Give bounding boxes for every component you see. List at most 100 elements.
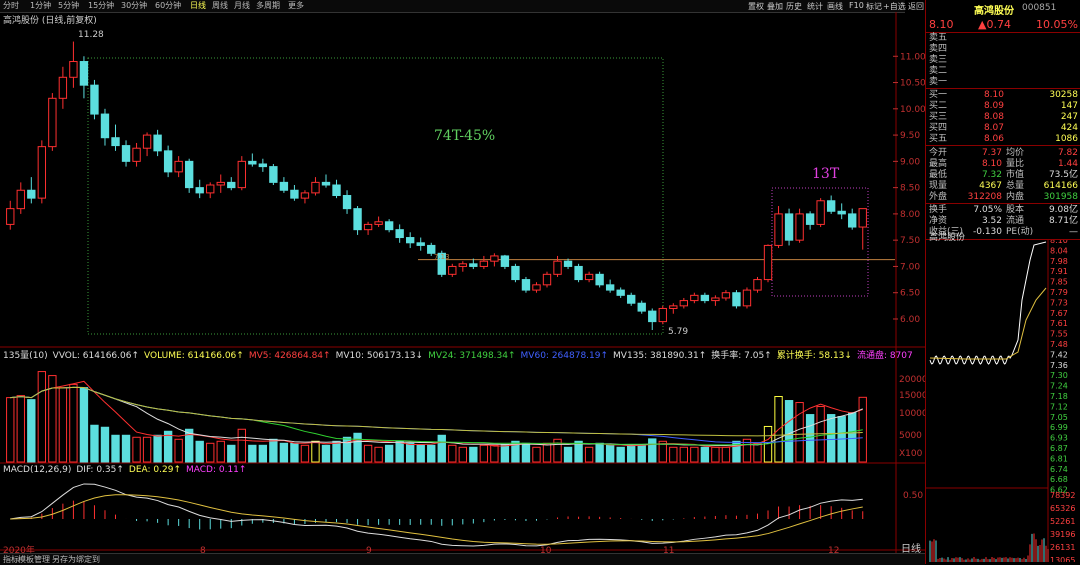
history-button[interactable]: 历史 [786,1,802,12]
candle-body [838,211,845,214]
sell-level-3[interactable]: 卖三 [926,55,1080,66]
weight-button[interactable]: 置权 [748,1,764,12]
mini-price-tick: 7.18 [1050,392,1068,401]
volume-bar [596,443,603,462]
tab-minute[interactable]: 分时 [3,1,19,11]
volume-bar [470,447,477,462]
add-watchlist-button[interactable]: +自选 [883,1,906,12]
y-tick-label: 6.00 [900,315,920,325]
volume-bar [364,445,371,462]
candle-body [585,274,592,279]
x-axis-label: 2020年 [3,544,35,553]
volume-bar [712,447,719,462]
stat-row: 今开 7.37 均价 7.82 [926,148,1080,159]
overlay-button[interactable]: 叠加 [767,1,783,12]
tab-weekly[interactable]: 周线 [212,1,228,11]
volume-bar [28,400,35,462]
x-axis-label: 9 [366,546,372,553]
volume-bar [385,445,392,462]
volume-bar [7,398,14,462]
buy-level-4[interactable]: 买四 8.07 424 [926,123,1080,134]
stock-code: 000851 [1022,3,1056,13]
mini-price-tick: 6.93 [1050,434,1068,443]
volume-bar [133,437,140,462]
level-volume: 247 [1018,112,1078,123]
stat-label: 今开 [929,148,947,159]
candle-body [638,303,645,311]
mini-price-tick: 7.05 [1050,413,1068,422]
volume-bar [628,445,635,462]
price-row: 8.10 ▲0.74 10.05% [926,16,1080,33]
tab-monthly[interactable]: 月线 [234,1,250,11]
stat-label: 量比 [1006,159,1024,170]
back-button[interactable]: 返回 [908,1,924,12]
volume-bar [859,397,866,462]
macd-label[interactable]: MACD(12,26,9) [3,465,71,475]
manage-tab[interactable]: 管理 [34,554,50,565]
mv5-value: MV5: 426864.84↑ [249,351,331,361]
mark-button[interactable]: 标记 [866,1,882,12]
candle-body [70,62,77,78]
volume-bar [606,445,613,462]
candle-body [701,295,708,300]
sell-level-2[interactable]: 卖二 [926,66,1080,77]
tab-multi-period[interactable]: 多周期 [256,1,280,11]
tab-30min[interactable]: 30分钟 [121,1,147,11]
quote-header: 高鸿股份 000851 [926,0,1080,16]
volume-bar [259,445,266,462]
volume-bar [407,443,414,462]
separator [926,203,1080,204]
buy-level-5[interactable]: 买五 8.06 1086 [926,134,1080,145]
buy-level-3[interactable]: 买三 8.08 247 [926,112,1080,123]
volume-bar [291,443,298,462]
mini-price-tick: 7.48 [1050,340,1068,349]
stat-label: 均价 [1006,148,1024,159]
candle-body [333,185,340,196]
candle-body [80,62,87,86]
stats-button[interactable]: 统计 [807,1,823,12]
mini-vol-tick: 39196 [1050,530,1075,539]
volume-bar [691,447,698,462]
draw-button[interactable]: 画线 [827,1,843,12]
tab-15min[interactable]: 15分钟 [88,1,114,11]
tab-1min[interactable]: 1分钟 [30,1,51,11]
candle-body [554,261,561,274]
stat-row: 净资 3.52 流通 8.71亿 [926,216,1080,227]
mv24-value: MV24: 371498.34↑ [428,351,515,361]
buy-level-1[interactable]: 买一 8.10 30258 [926,90,1080,101]
level-label: 买三 [929,112,947,123]
volume-bar [491,445,498,462]
stat-value: 301958 [1030,192,1078,203]
sell-level-4[interactable]: 卖四 [926,44,1080,55]
template-tab[interactable]: 模板 [18,554,34,565]
stat-label: 换手 [929,205,947,216]
level-volume: 30258 [1018,90,1078,101]
candle-body [691,295,698,300]
buy-level-2[interactable]: 买二 8.09 147 [926,101,1080,112]
tab-5min[interactable]: 5分钟 [58,1,79,11]
candle-body [364,224,371,229]
tab-daily[interactable]: 日线 [190,1,206,11]
volume-bar [533,447,540,462]
f10-button[interactable]: F10 [849,1,864,10]
sell-level-1[interactable]: 卖一 [926,77,1080,88]
sell-level-5[interactable]: 卖五 [926,33,1080,44]
mini-vol-tick: 13065 [1050,556,1075,562]
volume-bar [680,447,687,462]
vol-label[interactable]: 135量(10) [3,351,48,361]
candle-body [670,306,677,309]
save-as-tab[interactable]: 另存为 [52,554,76,565]
candle-body [354,209,361,230]
tab-60min[interactable]: 60分钟 [155,1,181,11]
candle-body [228,182,235,187]
mini-price-tick: 8.04 [1050,246,1068,255]
mini-price-tick: 6.87 [1050,444,1068,453]
tab-more[interactable]: 更多 [288,1,304,11]
mini-price-tick: 7.79 [1050,288,1068,297]
bind-tab[interactable]: 绑定到 [76,554,100,565]
candle-body [796,214,803,240]
indicator-tab[interactable]: 指标 [3,554,19,565]
stat-row: 最低 7.32 市值 73.5亿 [926,170,1080,181]
intraday-mini-chart[interactable]: 8.108.04 7.987.91 7.857.797.73 7.677.61 7.55… [926,240,1080,562]
quote-panel: 高鸿股份 000851 8.10 ▲0.74 10.05% 卖五 卖四 卖三 卖二 卖一… [925,0,1080,564]
